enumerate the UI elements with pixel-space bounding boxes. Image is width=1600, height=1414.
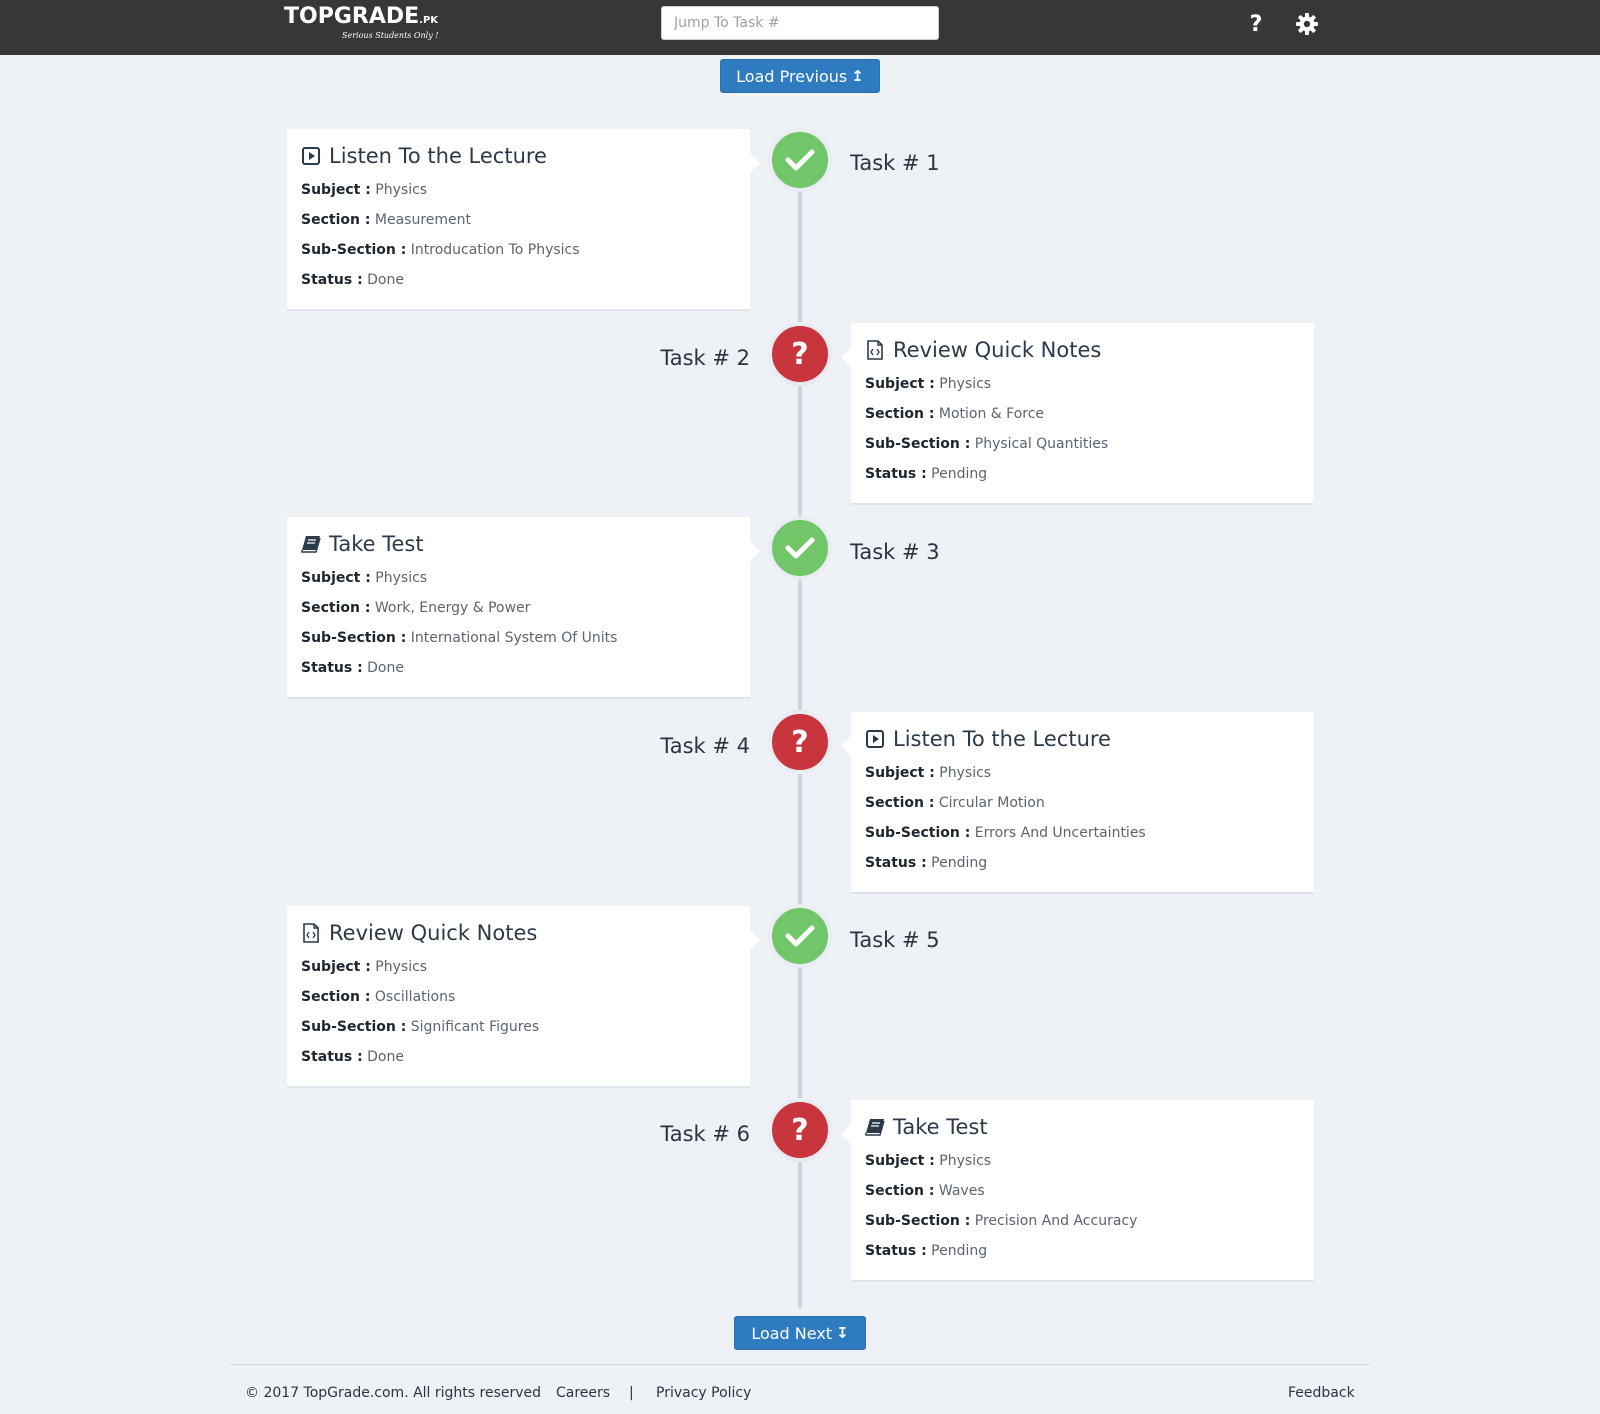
- gear-icon[interactable]: [1293, 10, 1321, 38]
- section-row: Section : Circular Motion: [865, 795, 1045, 811]
- footer-separator: |: [629, 1385, 634, 1401]
- status-row: Status : Done: [301, 272, 404, 288]
- task-3-done-marker: [768, 516, 832, 580]
- task-6-pending-marker: ?: [768, 1098, 832, 1162]
- copyright-text: © 2017 TopGrade.com. All rights reserved: [245, 1385, 542, 1401]
- status-row: Status : Done: [301, 1049, 404, 1065]
- subject-row: Subject : Physics: [865, 1153, 992, 1169]
- footer-divider: [230, 1364, 1370, 1365]
- task-number-label: Task # 4: [660, 734, 750, 758]
- question-icon: ?: [791, 724, 809, 760]
- sub-section-row: Sub-Section : Significant Figures: [301, 1019, 540, 1035]
- subject-row: Subject : Physics: [301, 570, 428, 586]
- task-5-done-marker: [768, 904, 832, 968]
- status-row: Status : Pending: [865, 1243, 988, 1259]
- task-number-label: Task # 2: [660, 346, 750, 370]
- section-row: Section : Waves: [865, 1183, 985, 1199]
- task-title: Listen To the Lecture: [865, 724, 1300, 754]
- subject-row: Subject : Physics: [301, 959, 428, 975]
- task-1-done-marker: [768, 128, 832, 192]
- task-number-label: Task # 3: [850, 540, 940, 564]
- task-title: Listen To the Lecture: [301, 141, 736, 171]
- sub-section-row: Sub-Section : Introducation To Physics: [301, 242, 580, 258]
- notes-icon: [865, 340, 885, 360]
- load-previous-label: Load Previous: [736, 66, 848, 86]
- logo-wordmark: TOPGRADE.PK: [284, 4, 439, 29]
- task-number-label: Task # 1: [850, 151, 940, 175]
- load-next-button[interactable]: Load Next ↧: [734, 1316, 866, 1350]
- book-icon: [301, 534, 321, 554]
- jump-to-task-input[interactable]: [661, 6, 939, 40]
- question-icon: ?: [791, 1112, 809, 1148]
- sub-section-row: Sub-Section : Physical Quantities: [865, 436, 1109, 452]
- subject-row: Subject : Physics: [301, 182, 428, 198]
- subject-row: Subject : Physics: [865, 765, 992, 781]
- sub-section-row: Sub-Section : Errors And Uncertainties: [865, 825, 1146, 841]
- book-icon: [865, 1117, 885, 1137]
- arrow-down-icon: ↧: [836, 1324, 849, 1342]
- play-icon: [865, 729, 885, 749]
- arrow-up-icon: ↥: [851, 67, 864, 85]
- feedback-link[interactable]: Feedback: [1288, 1385, 1355, 1401]
- task-number-label: Task # 6: [660, 1122, 750, 1146]
- task-number-label: Task # 5: [850, 928, 940, 952]
- task-card-5[interactable]: Review Quick Notes Subject : Physics Sec…: [287, 906, 760, 1086]
- task-title: Take Test: [301, 529, 736, 559]
- help-icon[interactable]: ?: [1242, 10, 1270, 38]
- section-row: Section : Motion & Force: [865, 406, 1045, 422]
- task-card-2[interactable]: Review Quick Notes Subject : Physics Sec…: [841, 323, 1314, 503]
- task-title: Take Test: [865, 1112, 1300, 1142]
- check-icon: [785, 537, 815, 559]
- sub-section-row: Sub-Section : Precision And Accuracy: [865, 1213, 1138, 1229]
- load-next-label: Load Next: [751, 1323, 833, 1343]
- task-card-6[interactable]: Take Test Subject : Physics Section : Wa…: [841, 1100, 1314, 1280]
- task-2-pending-marker: ?: [768, 322, 832, 386]
- privacy-policy-link[interactable]: Privacy Policy: [656, 1385, 751, 1401]
- subject-row: Subject : Physics: [865, 376, 992, 392]
- question-icon: ?: [791, 336, 809, 372]
- section-row: Section : Measurement: [301, 212, 472, 228]
- section-row: Section : Oscillations: [301, 989, 456, 1005]
- task-4-pending-marker: ?: [768, 710, 832, 774]
- notes-icon: [301, 923, 321, 943]
- status-row: Status : Pending: [865, 855, 988, 871]
- load-previous-button[interactable]: Load Previous ↥: [720, 59, 880, 93]
- task-title: Review Quick Notes: [865, 335, 1300, 365]
- status-row: Status : Done: [301, 660, 404, 676]
- sub-section-row: Sub-Section : International System Of Un…: [301, 630, 618, 646]
- status-row: Status : Pending: [865, 466, 988, 482]
- section-row: Section : Work, Energy & Power: [301, 600, 531, 616]
- careers-link[interactable]: Careers: [556, 1385, 610, 1401]
- task-title: Review Quick Notes: [301, 918, 736, 948]
- logo-tagline: Serious Students Only !: [342, 31, 439, 40]
- task-card-3[interactable]: Take Test Subject : Physics Section : Wo…: [287, 517, 760, 697]
- check-icon: [785, 925, 815, 947]
- top-navbar: TOPGRADE.PK Serious Students Only ! ?: [0, 0, 1600, 55]
- play-icon: [301, 146, 321, 166]
- topgrade-logo[interactable]: TOPGRADE.PK Serious Students Only !: [284, 4, 444, 46]
- check-icon: [785, 149, 815, 171]
- task-card-1[interactable]: Listen To the Lecture Subject : Physics …: [287, 129, 760, 309]
- task-card-4[interactable]: Listen To the Lecture Subject : Physics …: [841, 712, 1314, 892]
